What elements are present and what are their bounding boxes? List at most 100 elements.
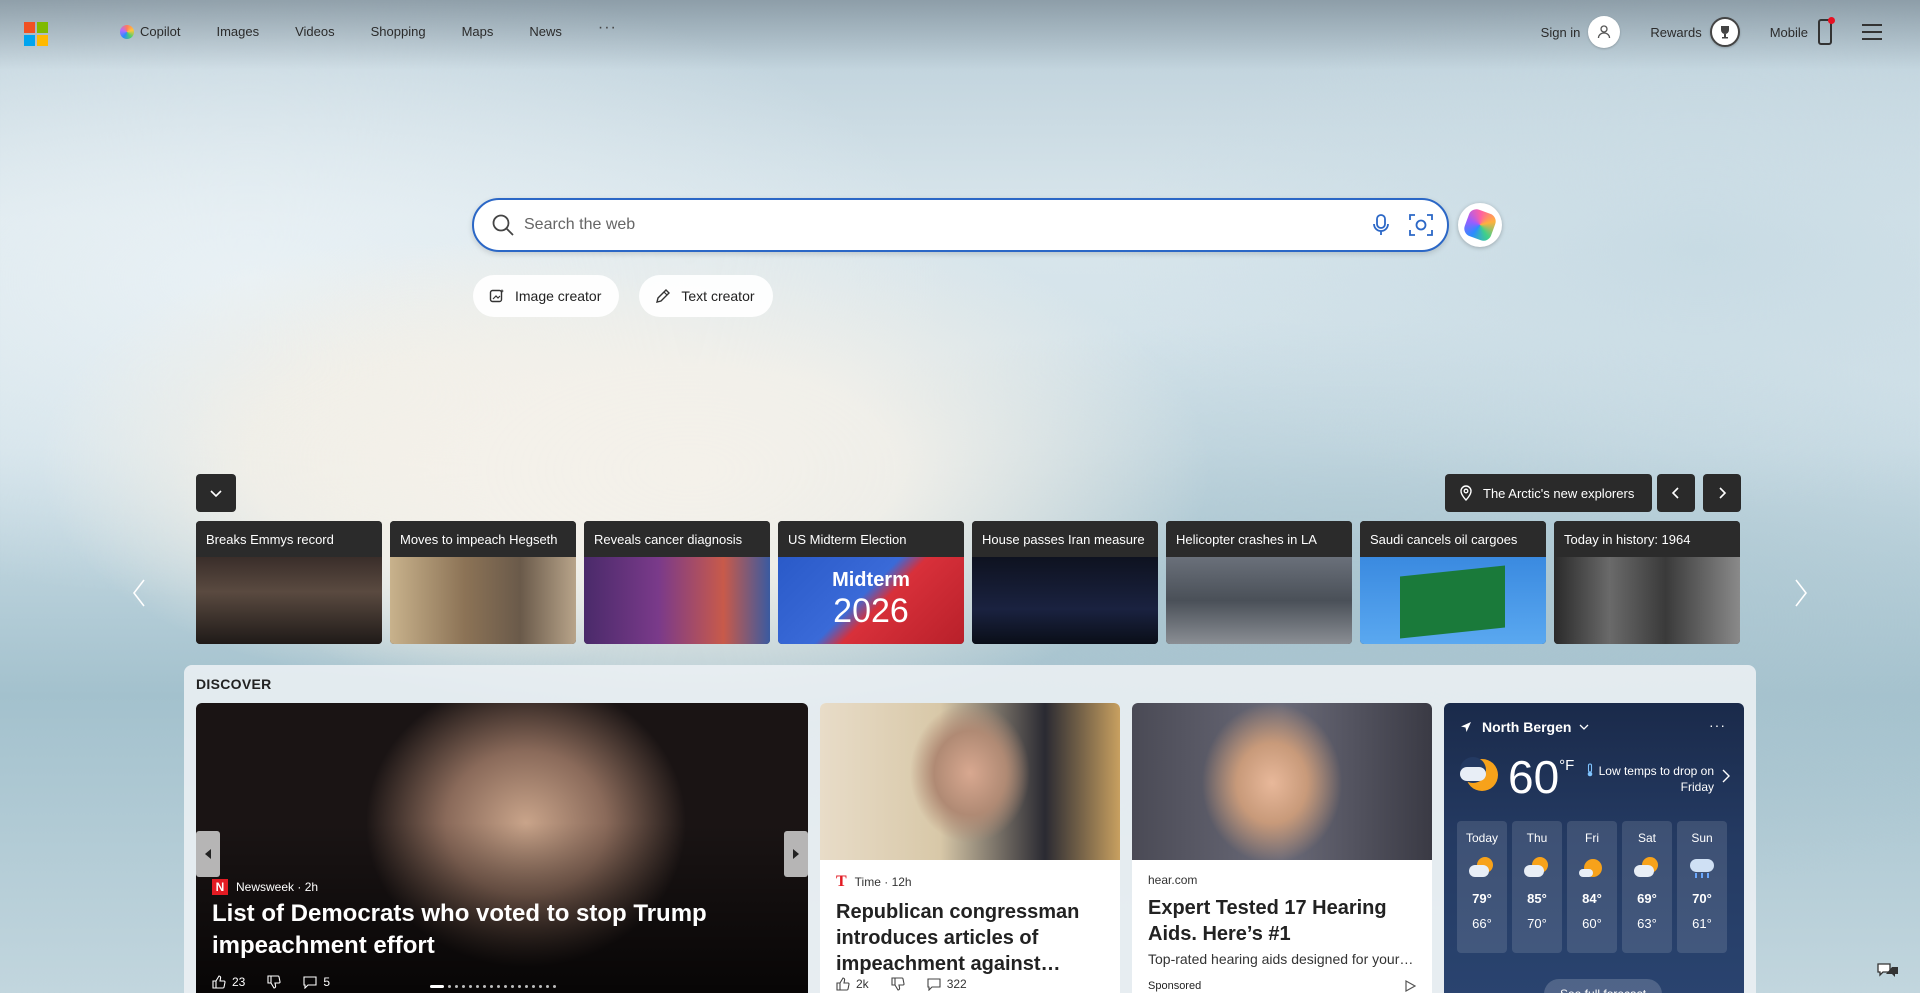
top-nav: Copilot Images Videos Shopping Maps News… <box>120 19 653 39</box>
news-card[interactable]: Breaks Emmys record <box>196 521 382 644</box>
news-card-title: US Midterm Election <box>778 521 964 557</box>
chevron-left-icon <box>132 579 145 607</box>
next-image-button[interactable] <box>1703 474 1741 512</box>
article-card[interactable]: T Time · 12h Republican congressman intr… <box>820 703 1120 993</box>
comment-icon[interactable] <box>927 977 941 991</box>
newsweek-logo-icon: N <box>212 879 228 895</box>
weather-more-button[interactable]: ··· <box>1709 717 1726 733</box>
nav-copilot[interactable]: Copilot <box>120 24 180 39</box>
news-card-title: Breaks Emmys record <box>196 521 382 557</box>
forecast-low: 66° <box>1472 916 1492 931</box>
weather-alert[interactable]: Low temps to drop on Friday <box>1574 763 1714 795</box>
sponsored-card[interactable]: hear.com Expert Tested 17 Hearing Aids. … <box>1132 703 1432 993</box>
sponsored-title[interactable]: Expert Tested 17 Hearing Aids. Here’s #1 <box>1148 895 1416 947</box>
text-creator-button[interactable]: Text creator <box>639 275 773 317</box>
copilot-logo-icon <box>1462 207 1498 243</box>
partly-cloudy-sun-icon <box>1579 857 1605 879</box>
news-card[interactable]: Saudi cancels oil cargoes <box>1360 521 1546 644</box>
forecast-day[interactable]: Sat 69° 63° <box>1622 821 1672 953</box>
feedback-icon[interactable] <box>1876 962 1900 982</box>
search-input[interactable] <box>524 216 1367 234</box>
forecast-day[interactable]: Today 79° 66° <box>1457 821 1507 953</box>
copilot-icon <box>120 24 134 39</box>
notification-dot <box>1828 17 1835 24</box>
nav-videos[interactable]: Videos <box>295 24 335 39</box>
article-source: T Time · 12h <box>836 873 912 890</box>
forecast-day-name: Fri <box>1585 831 1599 845</box>
forecast-day-name: Sat <box>1637 831 1656 845</box>
copilot-button[interactable] <box>1458 203 1502 247</box>
news-card[interactable]: US Midterm Election Midterm 2026 <box>778 521 964 644</box>
rain-cloud-icon <box>1689 857 1715 879</box>
sign-in-button[interactable]: Sign in <box>1541 16 1621 48</box>
weather-card[interactable]: North Bergen ··· 60 °F Low temps to drop… <box>1444 703 1744 993</box>
mobile-label: Mobile <box>1769 24 1808 40</box>
sponsored-image <box>1132 703 1432 860</box>
news-card-image <box>390 557 576 644</box>
hero-age: 2h <box>304 880 319 894</box>
carousel-prev-button[interactable] <box>128 576 150 610</box>
hero-article-card[interactable]: N Newsweek · 2h List of Democrats who vo… <box>196 703 808 993</box>
article-image <box>820 703 1120 860</box>
news-card[interactable]: Moves to impeach Hegseth <box>390 521 576 644</box>
chevron-right-icon <box>1795 579 1808 607</box>
nav-maps[interactable]: Maps <box>462 24 494 39</box>
forecast-high: 84° <box>1582 891 1602 906</box>
forecast-day[interactable]: Sun 70° 61° <box>1677 821 1727 953</box>
weather-current: 60 °F <box>1460 753 1574 801</box>
collapse-feed-button[interactable] <box>196 474 236 512</box>
article-age: 12h <box>891 875 912 889</box>
image-info-button[interactable]: The Arctic's new explorers <box>1445 474 1653 512</box>
microphone-icon[interactable] <box>1367 211 1395 239</box>
weather-location-button[interactable]: North Bergen <box>1460 719 1599 735</box>
article-reactions: 2k 322 <box>836 977 967 991</box>
hero-prev-button[interactable] <box>196 831 220 877</box>
hero-next-button[interactable] <box>784 831 808 877</box>
chevron-left-icon <box>1671 487 1679 499</box>
rewards-button[interactable]: Rewards <box>1650 17 1740 47</box>
thumbs-down-icon[interactable] <box>267 975 281 989</box>
midterm-overlay-year: 2026 <box>833 592 909 630</box>
thumbs-up-icon[interactable] <box>836 977 850 991</box>
article-title[interactable]: Republican congressman introduces articl… <box>836 899 1104 977</box>
news-card[interactable]: House passes Iran measure <box>972 521 1158 644</box>
news-card-title: Helicopter crashes in LA <box>1166 521 1352 557</box>
image-creator-icon <box>489 289 504 303</box>
prev-image-button[interactable] <box>1657 474 1695 512</box>
microsoft-logo-icon[interactable] <box>24 22 48 46</box>
forecast-day[interactable]: Fri 84° 60° <box>1567 821 1617 953</box>
hero-title[interactable]: List of Democrats who voted to stop Trum… <box>212 898 772 962</box>
comment-icon[interactable] <box>303 975 317 989</box>
forecast-day[interactable]: Thu 85° 70° <box>1512 821 1562 953</box>
thumbs-down-icon[interactable] <box>891 977 905 991</box>
location-arrow-icon <box>1461 722 1471 732</box>
sponsored-description: Top-rated hearing aids designed for your… <box>1148 951 1414 967</box>
chevron-right-icon <box>1719 487 1727 499</box>
hero-source-name: Newsweek <box>236 880 295 894</box>
news-card[interactable]: Helicopter crashes in LA <box>1166 521 1352 644</box>
visual-search-camera-icon[interactable] <box>1407 211 1435 239</box>
pen-icon <box>656 289 671 303</box>
nav-shopping[interactable]: Shopping <box>371 24 426 39</box>
chevron-down-icon <box>1579 724 1589 730</box>
news-card-image <box>1360 557 1546 644</box>
thumbs-up-icon[interactable] <box>212 975 226 989</box>
nav-more-button[interactable]: ··· <box>598 19 617 37</box>
nav-images[interactable]: Images <box>216 24 259 39</box>
triangle-left-icon <box>205 849 211 859</box>
image-info-label: The Arctic's new explorers <box>1483 485 1635 501</box>
image-creator-label: Image creator <box>515 288 602 304</box>
partly-cloudy-sun-icon <box>1634 857 1660 879</box>
carousel-next-button[interactable] <box>1790 576 1812 610</box>
partly-cloudy-sun-icon <box>1469 857 1495 879</box>
menu-hamburger-icon[interactable] <box>1862 24 1882 40</box>
nav-news[interactable]: News <box>529 24 562 39</box>
image-creator-button[interactable]: Image creator <box>473 275 620 317</box>
news-card[interactable]: Reveals cancer diagnosis <box>584 521 770 644</box>
mobile-button[interactable]: Mobile <box>1769 17 1835 45</box>
chevron-right-icon <box>1722 769 1730 783</box>
news-card[interactable]: Today in history: 1964 <box>1554 521 1740 644</box>
see-full-forecast-button[interactable]: See full forecast <box>1544 979 1663 993</box>
ad-choices-icon[interactable] <box>1404 980 1416 992</box>
hero-comments: 5 <box>323 975 331 989</box>
